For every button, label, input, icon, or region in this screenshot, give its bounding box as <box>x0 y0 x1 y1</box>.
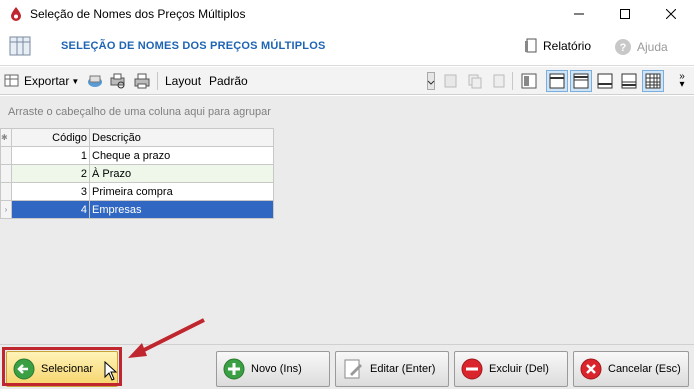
cell-descricao[interactable]: Primeira compra <box>89 182 274 201</box>
layout-label: Layout <box>165 74 202 88</box>
cell-descricao[interactable]: Cheque a prazo <box>89 146 274 165</box>
edit-button[interactable]: Editar (Enter) <box>335 351 449 387</box>
printer-icon <box>134 73 150 89</box>
close-icon <box>666 9 676 19</box>
maximize-icon <box>620 9 630 19</box>
delete-layout-icon <box>493 74 505 88</box>
chevron-down-icon <box>427 72 435 90</box>
grid-lines-icon <box>645 73 661 89</box>
help-button[interactable]: ? Ajuda <box>614 38 668 56</box>
table-row-selected[interactable]: › 4 Empresas <box>0 200 274 219</box>
row-indicator[interactable] <box>0 146 12 165</box>
form-header: SELEÇÃO DE NOMES DOS PREÇOS MÚLTIPLOS Re… <box>0 28 694 66</box>
close-button[interactable] <box>648 0 694 28</box>
plus-icon <box>223 358 245 380</box>
new-button-label: Novo (Ins) <box>251 363 302 375</box>
help-label: Ajuda <box>637 40 668 54</box>
columns-button[interactable] <box>518 70 540 92</box>
layout-select[interactable]: Padrão <box>209 71 248 91</box>
cancel-button[interactable]: Cancelar (Esc) <box>573 351 689 387</box>
grid-header-row: ✱ Código Descrição <box>0 128 274 147</box>
chevron-right-icon: › <box>4 205 8 214</box>
new-button[interactable]: Novo (Ins) <box>216 351 330 387</box>
edit-icon <box>344 359 362 379</box>
toolbar-divider <box>512 72 513 90</box>
save-layout-button[interactable] <box>440 70 462 92</box>
group-panel-hint: Arraste o cabeçalho de uma coluna aqui p… <box>8 106 271 118</box>
row-indicator[interactable] <box>0 164 12 183</box>
cell-descricao[interactable]: À Prazo <box>89 164 274 183</box>
columns-icon <box>521 73 537 89</box>
layout-dropdown-button[interactable] <box>424 70 438 92</box>
app-icon <box>11 7 21 21</box>
minimize-icon <box>574 13 584 15</box>
email-export-button[interactable] <box>84 70 106 92</box>
table-row[interactable]: 2 À Prazo <box>0 164 274 183</box>
report-button[interactable]: Relatório <box>524 38 591 54</box>
copy-layout-button[interactable] <box>464 70 486 92</box>
toolbar: Exportar ▼ Layout Padrão » ▾ <box>0 67 694 95</box>
title-bar: Seleção de Nomes dos Preços Múltiplos <box>0 0 694 28</box>
summary-icon <box>621 73 637 89</box>
footer-toggle[interactable] <box>594 70 616 92</box>
minus-icon <box>461 358 483 380</box>
cancel-icon <box>580 358 602 380</box>
print-preview-button[interactable] <box>107 70 129 92</box>
table-row[interactable]: 1 Cheque a prazo <box>0 146 274 165</box>
copy-layout-icon <box>468 74 482 89</box>
export-grid-icon <box>4 74 19 87</box>
maximize-button[interactable] <box>602 0 648 28</box>
email-icon <box>88 75 102 87</box>
report-label: Relatório <box>543 39 592 53</box>
footer-icon <box>597 73 613 89</box>
cell-codigo[interactable]: 3 <box>11 182 90 201</box>
cancel-button-label: Cancelar (Esc) <box>608 363 681 375</box>
delete-button[interactable]: Excluir (Del) <box>454 351 568 387</box>
grid-area: Arraste o cabeçalho de uma coluna aqui p… <box>0 96 694 344</box>
toolbar-divider <box>157 72 158 90</box>
header-toggle[interactable] <box>570 70 592 92</box>
delete-button-label: Excluir (Del) <box>489 363 549 375</box>
column-header-descricao[interactable]: Descrição <box>89 128 274 147</box>
cell-codigo[interactable]: 1 <box>11 146 90 165</box>
page-title: SELEÇÃO DE NOMES DOS PREÇOS MÚLTIPLOS <box>61 40 326 52</box>
cell-codigo[interactable]: 4 <box>11 200 90 219</box>
row-indicator-current[interactable]: › <box>0 200 12 219</box>
group-panel-icon <box>549 73 565 89</box>
minimize-button[interactable] <box>556 0 602 28</box>
delete-layout-button[interactable] <box>488 70 510 92</box>
print-preview-icon <box>110 73 125 89</box>
window-title: Seleção de Nomes dos Preços Múltiplos <box>30 7 246 21</box>
grid-corner-indicator[interactable]: ✱ <box>0 128 12 147</box>
grid-lines-toggle[interactable] <box>642 70 664 92</box>
svg-text:?: ? <box>620 42 627 54</box>
header-icon <box>573 73 589 89</box>
table-icon <box>9 36 31 56</box>
help-icon: ? <box>615 39 631 55</box>
print-button[interactable] <box>131 70 153 92</box>
row-indicator[interactable] <box>0 182 12 201</box>
save-layout-icon <box>444 74 457 88</box>
cell-descricao[interactable]: Empresas <box>89 200 274 219</box>
overflow-icon: » ▾ <box>679 71 685 90</box>
group-panel-toggle[interactable] <box>546 70 568 92</box>
column-header-codigo[interactable]: Código <box>11 128 90 147</box>
export-label: Exportar <box>24 74 70 88</box>
report-icon <box>525 38 537 53</box>
edit-button-label: Editar (Enter) <box>370 363 436 375</box>
cell-codigo[interactable]: 2 <box>11 164 90 183</box>
toolbar-overflow-button[interactable]: » ▾ <box>675 70 689 92</box>
export-button[interactable]: Exportar ▼ <box>4 71 79 91</box>
summary-toggle[interactable] <box>618 70 640 92</box>
mouse-cursor-icon <box>104 361 118 381</box>
data-grid: ✱ Código Descrição 1 Cheque a prazo 2 À … <box>0 128 274 219</box>
table-row[interactable]: 3 Primeira compra <box>0 182 274 201</box>
dropdown-arrow-icon: ▼ <box>71 76 80 86</box>
